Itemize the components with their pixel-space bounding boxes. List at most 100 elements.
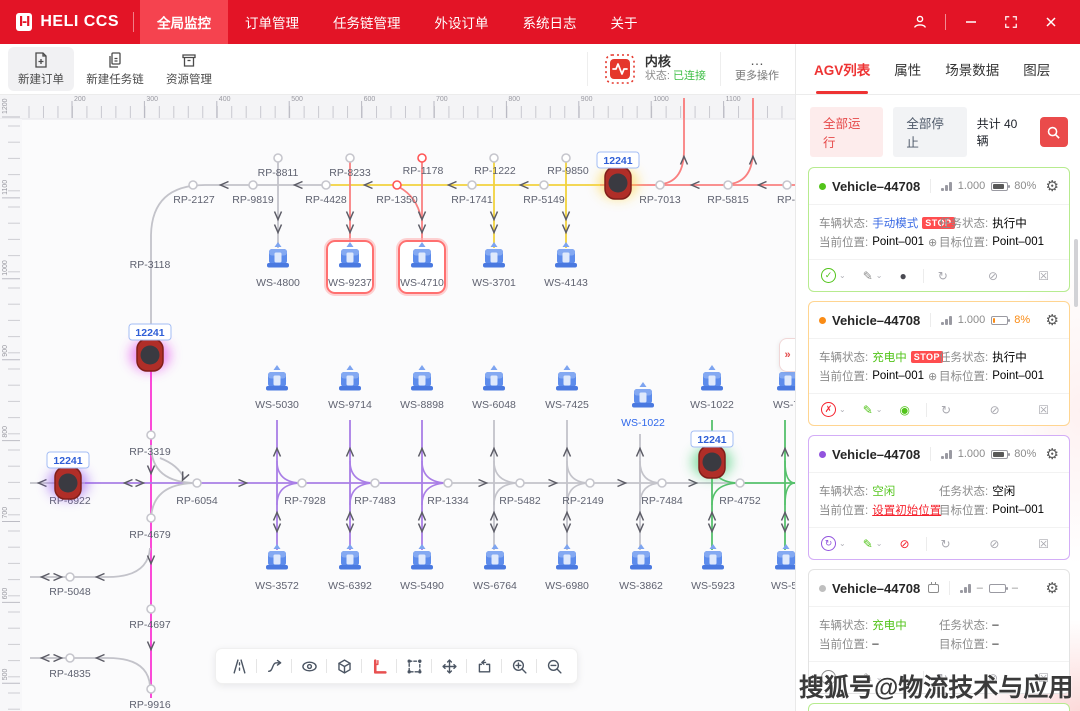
sync-button[interactable]: ↻ xyxy=(941,538,951,550)
sync-button[interactable]: ↻ xyxy=(938,270,948,282)
cancel-button[interactable]: ☒ xyxy=(1038,270,1049,282)
map-label: RP-9819 xyxy=(232,194,274,206)
toolbar-button-资源管理[interactable]: 资源管理 xyxy=(156,47,222,91)
route-point-node xyxy=(586,479,594,487)
select-icon[interactable] xyxy=(397,651,431,681)
user-icon[interactable] xyxy=(905,8,935,36)
map-label: RP-4752 xyxy=(719,495,761,507)
nav-item-系统日志[interactable]: 系统日志 xyxy=(506,0,594,44)
map-label: WS-9714 xyxy=(328,399,372,411)
locate-off-button[interactable]: ⊘ xyxy=(899,538,909,550)
connect-mode-button[interactable]: ✎⌄ xyxy=(863,270,883,282)
locate-pin-button[interactable]: ◉ xyxy=(899,404,909,416)
search-button[interactable] xyxy=(1040,117,1068,147)
divider xyxy=(923,269,924,283)
nav-item-全局监控[interactable]: 全局监控 xyxy=(140,0,228,44)
toolbar-button-新建订单[interactable]: 新建订单 xyxy=(8,47,74,91)
secondary-actions: ↻ ⊘ ☒ xyxy=(941,538,1057,550)
close-icon[interactable] xyxy=(1036,8,1066,36)
map-canvas[interactable]: 2003004005006007008009001000110012001100… xyxy=(0,95,795,711)
target-position-value: – xyxy=(992,638,998,650)
eye-icon[interactable] xyxy=(292,651,326,681)
gear-icon[interactable]: ⚙ xyxy=(1046,579,1059,597)
nav-item-订单管理[interactable]: 订单管理 xyxy=(228,0,316,44)
vehicle-card-header: Vehicle–447081.00080%⚙ xyxy=(809,436,1069,472)
signal-icon xyxy=(960,583,971,593)
vehicle-card[interactable]: Vehicle–447081.00080%⚙车辆状态:空闲任务状态:空闲当前位置… xyxy=(808,435,1070,560)
field-label: 目标位置: xyxy=(939,502,988,518)
cancel-button[interactable]: ☒ xyxy=(1038,538,1049,550)
ruler-icon[interactable] xyxy=(362,651,396,681)
ban-button[interactable]: ⊘ xyxy=(988,270,998,282)
search-icon xyxy=(1046,125,1061,140)
kernel-status-block: 内核 状态: 已连接 xyxy=(587,52,720,86)
cancel-icon: ☒ xyxy=(1038,270,1049,282)
map-label: RP-8811 xyxy=(258,167,299,179)
mode-confirm-button[interactable]: ✓⌄ xyxy=(821,268,846,283)
road-icon[interactable] xyxy=(222,651,256,681)
connect-mode-icon: ✎ xyxy=(863,538,873,550)
new-order-icon xyxy=(32,51,50,69)
vehicle-id: 12241 xyxy=(53,455,82,467)
set-initial-position-link[interactable]: 设置初始位置 xyxy=(872,502,941,518)
nav-item-任务链管理[interactable]: 任务链管理 xyxy=(316,0,418,44)
move-icon[interactable] xyxy=(432,651,466,681)
agv-vehicle[interactable]: 12241 xyxy=(47,452,89,499)
vehicle-card[interactable]: Vehicle–447081.00080%⚙ xyxy=(808,703,1070,711)
ruler-left-value: 1000 xyxy=(2,260,9,276)
filter-all-running[interactable]: 全部运行 xyxy=(810,107,883,157)
cancel-button[interactable]: ☒ xyxy=(1038,404,1049,416)
minimize-icon[interactable] xyxy=(956,8,986,36)
map-svg[interactable]: 2003004005006007008009001000110012001100… xyxy=(0,95,795,711)
panel-scrollbar[interactable] xyxy=(1074,239,1078,307)
ban-icon: ⊘ xyxy=(989,538,999,550)
route-point-node xyxy=(66,573,74,581)
ban-button[interactable]: ⊘ xyxy=(989,538,999,550)
signal-value: – xyxy=(977,582,983,594)
mode-stop-button[interactable]: ✗⌄ xyxy=(821,402,846,417)
battery-value: – xyxy=(1012,582,1018,594)
locate-icon[interactable]: ⊕ xyxy=(928,236,937,249)
sync-button[interactable]: ↻ xyxy=(941,404,951,416)
zoomin-icon[interactable] xyxy=(502,651,536,681)
tab-属性[interactable]: 属性 xyxy=(882,44,933,94)
rotate-icon[interactable] xyxy=(467,651,501,681)
cube-icon[interactable] xyxy=(327,651,361,681)
connect-mode-button[interactable]: ✎⌄ xyxy=(863,404,883,416)
vehicle-card-body: 车辆状态:充电中STOP任务状态:执行中当前位置:Point–001⊕目标位置:… xyxy=(809,338,1069,393)
toolbar-button-新建任务链[interactable]: 新建任务链 xyxy=(82,47,148,91)
route-icon[interactable] xyxy=(257,651,291,681)
zoomout-icon[interactable] xyxy=(537,651,571,681)
locate-icon[interactable]: ⊕ xyxy=(928,370,937,383)
tab-图层[interactable]: 图层 xyxy=(1011,44,1062,94)
maximize-icon[interactable] xyxy=(996,8,1026,36)
agv-vehicle[interactable]: 12241 xyxy=(691,431,733,478)
tab-AGV列表[interactable]: AGV列表 xyxy=(802,44,882,94)
map-label: WS-5030 xyxy=(255,399,299,411)
vehicle-card[interactable]: Vehicle–447081.00080%⚙车辆状态:手动模式STOP任务状态:… xyxy=(808,167,1070,292)
map-label: RP-4679 xyxy=(129,529,171,541)
vehicle-card-header: Vehicle–44708––⚙ xyxy=(809,570,1069,606)
gear-icon[interactable]: ⚙ xyxy=(1046,311,1059,329)
panel-collapse-handle[interactable]: » xyxy=(779,338,795,372)
primary-actions: ✓⌄ ✎⌄ ● xyxy=(821,268,907,283)
task-state-value: 执行中 xyxy=(992,215,1027,231)
agv-vehicle[interactable]: 12241 xyxy=(597,152,639,199)
route-point-node xyxy=(147,685,155,693)
nav-item-关于[interactable]: 关于 xyxy=(594,0,655,44)
more-actions-button[interactable]: … 更多操作 xyxy=(720,52,795,86)
gear-icon[interactable]: ⚙ xyxy=(1046,177,1059,195)
ban-button[interactable]: ⊘ xyxy=(990,404,1000,416)
current-position-value: – xyxy=(872,638,878,650)
brush-button[interactable]: ● xyxy=(899,270,906,282)
route-point-node xyxy=(189,181,197,189)
signal-value: 1.000 xyxy=(958,180,986,192)
mode-reset-button[interactable]: ↻⌄ xyxy=(821,536,846,551)
nav-item-外设订单[interactable]: 外设订单 xyxy=(418,0,506,44)
vehicle-card[interactable]: Vehicle–447081.0008%⚙车辆状态:充电中STOP任务状态:执行… xyxy=(808,301,1070,426)
tab-场景数据[interactable]: 场景数据 xyxy=(933,44,1011,94)
agv-vehicle[interactable]: 12241 xyxy=(129,324,171,371)
gear-icon[interactable]: ⚙ xyxy=(1046,445,1059,463)
connect-mode-button[interactable]: ✎⌄ xyxy=(863,538,883,550)
filter-all-stopped[interactable]: 全部停止 xyxy=(893,107,966,157)
